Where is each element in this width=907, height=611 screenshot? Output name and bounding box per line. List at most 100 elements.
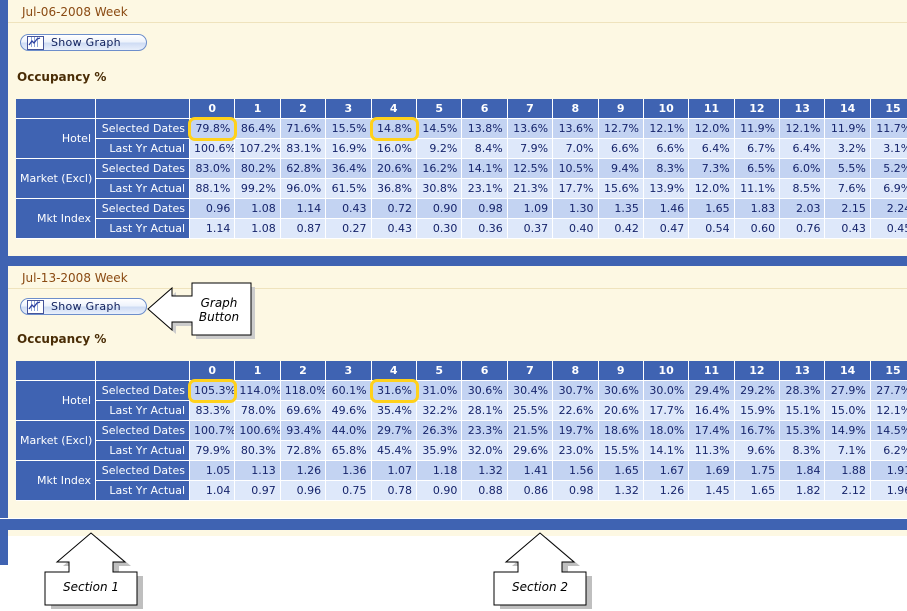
data-cell: 16.0% <box>371 139 417 159</box>
data-cell: 0.75 <box>326 481 372 501</box>
data-cell: 2.24 <box>870 199 907 219</box>
data-cell: 114.0% <box>235 381 281 401</box>
data-cell: 0.30 <box>416 219 463 239</box>
row-series-label: Last Yr Actual <box>96 401 190 421</box>
data-cell: 0.88 <box>462 481 508 501</box>
data-cell: 1.96 <box>870 481 907 501</box>
data-cell: 17.4% <box>689 421 735 441</box>
data-cell: 19.7% <box>553 421 599 441</box>
data-cell: 14.9% <box>825 421 871 441</box>
col-header-1: 1 <box>235 99 281 119</box>
data-cell: 0.37 <box>507 219 554 239</box>
data-cell: 1.09 <box>507 199 554 219</box>
section-2-title-rule <box>8 288 907 289</box>
data-cell: 71.6% <box>280 119 327 139</box>
row-series-label: Last Yr Actual <box>96 179 190 199</box>
data-cell: 83.3% <box>190 401 236 421</box>
data-cell: 8.4% <box>462 139 508 159</box>
data-cell: 86.4% <box>235 119 281 139</box>
data-cell: 0.78 <box>371 481 417 501</box>
data-cell: 62.8% <box>280 159 327 179</box>
col-header-4: 4 <box>371 361 417 381</box>
section-separator-2 <box>0 519 907 530</box>
data-cell: 27.9% <box>825 381 871 401</box>
show-graph-button-1[interactable]: Show Graph <box>20 34 147 51</box>
section-2-title: Jul-13-2008 Week <box>22 271 128 285</box>
table-header-row: 0 1 2 3 4 5 6 7 8 9 10 11 12 13 14 15 <box>16 361 907 381</box>
data-cell: 20.6% <box>598 401 644 421</box>
data-cell: 30.6% <box>598 381 644 401</box>
data-cell: 1.65 <box>734 481 781 501</box>
col-header-7: 7 <box>507 99 554 119</box>
data-cell: 100.6% <box>190 139 236 159</box>
data-cell: 0.60 <box>734 219 781 239</box>
data-cell: 11.3% <box>689 441 735 461</box>
data-cell: 2.12 <box>825 481 871 501</box>
row-series-label: Selected Dates <box>96 159 190 179</box>
data-cell: 0.40 <box>553 219 599 239</box>
data-cell: 1.88 <box>825 461 871 481</box>
data-cell: 14.1% <box>643 441 690 461</box>
data-cell: 1.56 <box>553 461 599 481</box>
data-cell: 1.14 <box>280 199 327 219</box>
data-cell: 23.1% <box>462 179 508 199</box>
data-cell: 12.1% <box>780 119 826 139</box>
data-cell: 1.67 <box>643 461 690 481</box>
col-header-1: 1 <box>235 361 281 381</box>
data-cell: 7.3% <box>689 159 735 179</box>
data-cell: 23.3% <box>462 421 508 441</box>
screenshot-root: Jul-06-2008 Week Show Graph Occupancy % <box>0 0 907 611</box>
section-1-callout: Section 1 <box>42 530 160 609</box>
section-1-title-rule <box>8 22 907 23</box>
data-cell: 0.98 <box>553 481 599 501</box>
data-cell: 13.8% <box>462 119 508 139</box>
line-chart-icon <box>27 299 44 314</box>
data-cell: 18.6% <box>598 421 644 441</box>
data-cell: 5.2% <box>870 159 907 179</box>
data-cell: 60.1% <box>326 381 372 401</box>
col-header-13: 13 <box>780 361 826 381</box>
data-cell: 11.9% <box>825 119 871 139</box>
data-cell: 31.0% <box>416 381 463 401</box>
data-cell: 29.2% <box>734 381 781 401</box>
col-header-12: 12 <box>734 99 781 119</box>
table-row: Mkt Index Selected Dates 1.05 1.13 1.26 1.36 1… <box>16 461 907 501</box>
data-cell: 13.6% <box>507 119 554 139</box>
data-cell: 32.0% <box>462 441 508 461</box>
section-1-callout-text: Section 1 <box>62 580 120 594</box>
data-cell: 35.9% <box>416 441 463 461</box>
left-rail-1 <box>0 0 8 265</box>
data-cell: 32.2% <box>416 401 463 421</box>
section-2-callout: Section 2 <box>491 530 609 609</box>
data-cell: 30.7% <box>553 381 599 401</box>
line-chart-icon <box>27 35 44 50</box>
data-cell: 7.0% <box>553 139 599 159</box>
col-header-3: 3 <box>326 99 372 119</box>
data-cell: 15.6% <box>598 179 644 199</box>
data-cell: 15.9% <box>734 401 781 421</box>
data-cell: 14.1% <box>462 159 508 179</box>
data-cell: 29.6% <box>507 441 554 461</box>
graph-button-callout: Graph Button <box>146 280 255 339</box>
data-cell: 26.3% <box>416 421 463 441</box>
data-cell: 15.5% <box>326 119 372 139</box>
row-series-label: Selected Dates <box>96 461 190 481</box>
data-cell: 13.9% <box>643 179 690 199</box>
data-cell: 9.2% <box>416 139 463 159</box>
data-cell: 10.5% <box>553 159 599 179</box>
table-row: Last Yr Actual 1.14 1.08 0.87 0.27 0.43 0.30 0.… <box>16 219 907 239</box>
table-row: Mkt Index Selected Dates 0.96 1.08 1.14 0.43 0… <box>16 199 907 239</box>
data-cell: 1.13 <box>235 461 281 481</box>
data-cell: 1.75 <box>734 461 781 481</box>
data-cell: 20.6% <box>371 159 417 179</box>
group-col-header <box>16 361 96 381</box>
data-cell: 21.5% <box>507 421 554 441</box>
data-cell: 1.18 <box>416 461 463 481</box>
data-cell: 29.7% <box>371 421 417 441</box>
callout-line-1: Graph <box>200 296 238 310</box>
col-header-14: 14 <box>825 361 871 381</box>
col-header-8: 8 <box>553 361 599 381</box>
data-cell: 6.6% <box>598 139 644 159</box>
show-graph-button-2[interactable]: Show Graph <box>20 298 147 315</box>
row-series-label: Selected Dates <box>96 381 190 401</box>
